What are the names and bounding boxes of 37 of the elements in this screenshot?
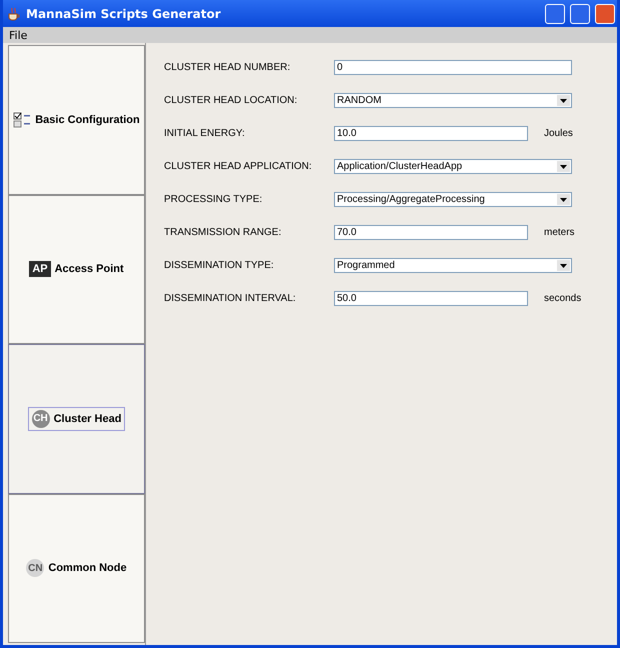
unit-label: Joules <box>544 128 573 138</box>
field-label: TRANSMISSION RANGE: <box>164 226 282 238</box>
window-title: MannaSim Scripts Generator <box>26 6 222 20</box>
button-label: Common Node <box>48 562 127 574</box>
sidebar-button[interactable]: Basic Configuration <box>8 45 145 194</box>
dropdown[interactable]: Programmed <box>334 258 572 272</box>
field-label: INITIAL ENERGY: <box>164 128 246 138</box>
badge-icon: AP <box>29 261 51 278</box>
minimize-button[interactable] <box>545 4 565 24</box>
input-field[interactable]: 0 <box>334 60 572 74</box>
sidebar-button[interactable]: AP Access Point <box>8 194 145 344</box>
badge-icon: CN <box>26 559 44 578</box>
maximize-button[interactable] <box>570 4 590 24</box>
field-label: DISSEMINATION INTERVAL: <box>164 292 297 304</box>
input-field[interactable]: 70.0 <box>334 224 528 240</box>
dropdown[interactable]: RANDOM <box>334 92 572 108</box>
field-label: CLUSTER HEAD LOCATION: <box>164 94 298 106</box>
cup-icon <box>7 6 21 20</box>
dropdown[interactable]: Application/ClusterHeadApp <box>334 158 572 174</box>
sidebar-button[interactable]: CH Cluster Head <box>8 344 145 494</box>
close-button[interactable] <box>595 4 615 24</box>
field-label: PROCESSING TYPE: <box>164 194 264 204</box>
badge-icon: CH <box>32 410 50 428</box>
menu-item[interactable]: File <box>9 28 28 42</box>
button-label: Access Point <box>54 263 124 276</box>
field-label: CLUSTER HEAD APPLICATION: <box>164 160 313 172</box>
field-label: DISSEMINATION TYPE: <box>164 260 275 270</box>
dropdown[interactable]: Processing/AggregateProcessing <box>334 192 572 206</box>
button-label: Cluster Head <box>54 412 122 425</box>
unit-label: meters <box>544 226 575 238</box>
input-field[interactable]: 50.0 <box>334 290 528 306</box>
field-label: CLUSTER HEAD NUMBER: <box>164 62 292 72</box>
button-label: Basic Configuration <box>35 114 140 126</box>
unit-label: seconds <box>544 292 582 304</box>
input-field[interactable]: 10.0 <box>334 126 528 140</box>
checklist-icon <box>13 112 32 128</box>
sidebar-button[interactable]: CN Common Node <box>8 494 145 643</box>
